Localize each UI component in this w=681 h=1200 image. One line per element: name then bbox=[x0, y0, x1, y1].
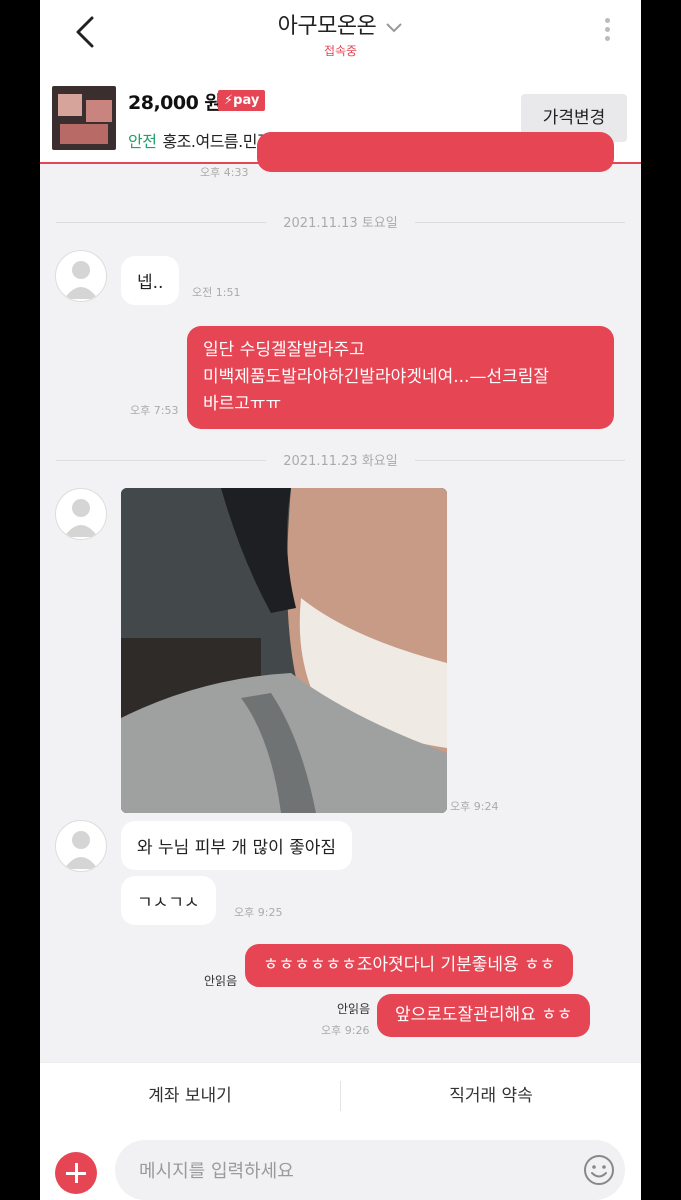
message-time: 오전 1:51 bbox=[192, 286, 241, 299]
user-avatar-icon[interactable] bbox=[55, 488, 107, 540]
chevron-down-icon bbox=[385, 19, 403, 38]
product-price: 28,000 원 bbox=[128, 92, 222, 114]
message-bubble-sent: 앞으로도잘관리해요 ㅎㅎ bbox=[377, 994, 591, 1037]
message-bubble-sent: ㅎㅎㅎㅎㅎㅎ조아졋다니 기분좋네용 ㅎㅎ bbox=[245, 944, 574, 987]
chat-partner-name: 아구모온온 bbox=[277, 14, 377, 39]
message-time: 오후 9:25 bbox=[234, 906, 283, 919]
message-photo[interactable] bbox=[121, 488, 447, 813]
message-time: 오후 9:24 bbox=[450, 800, 499, 813]
message-input[interactable] bbox=[137, 1154, 561, 1188]
quick-actions: 계좌 보내기 직거래 약속 bbox=[40, 1062, 641, 1129]
chat-header: 아구모온온 접속중 bbox=[40, 0, 641, 80]
message-input-box[interactable] bbox=[115, 1140, 625, 1200]
safe-label: 안전 bbox=[128, 132, 157, 151]
plus-icon[interactable] bbox=[55, 1152, 97, 1194]
message-bubble-received: 와 누님 피부 개 많이 좋아짐 bbox=[121, 821, 353, 870]
pay-badge: ⚡pay bbox=[218, 90, 266, 111]
product-thumbnail[interactable] bbox=[52, 86, 116, 150]
user-avatar-icon[interactable] bbox=[55, 250, 107, 302]
user-avatar-icon[interactable] bbox=[55, 820, 107, 872]
chat-screen: 아구모온온 접속중 28,000 원 ⚡pay 안전홍조.여드름.민감한피부,아… bbox=[40, 0, 641, 1200]
message-bubble-sent: 일단 수딩겔잘발라주고 미백제품도발라야하긴발라야겟네여...—선크림잘 바르고… bbox=[187, 326, 614, 429]
message-line: 미백제품도발라야하긴발라야겟네여...—선크림잘 bbox=[203, 367, 550, 387]
message-time: 오후 7:53 bbox=[130, 404, 179, 417]
unread-label: 안읽음 bbox=[337, 1002, 371, 1016]
message-line: 바르고ㅠㅠ bbox=[203, 394, 282, 414]
more-vertical-icon[interactable] bbox=[601, 14, 613, 50]
message-line: 일단 수딩겔잘발라주고 bbox=[203, 340, 365, 360]
message-bubble-received: 넵.. bbox=[121, 256, 180, 305]
date-divider: 2021.11.13 토요일 bbox=[56, 212, 625, 232]
lightning-icon: ⚡ bbox=[224, 93, 234, 108]
send-account-button[interactable]: 계좌 보내기 bbox=[40, 1063, 340, 1129]
pay-badge-label: pay bbox=[233, 93, 260, 108]
message-bubble-received: ㄱㅅㄱㅅ bbox=[121, 876, 216, 925]
direct-deal-button[interactable]: 직거래 약속 bbox=[341, 1063, 641, 1129]
message-time: 오후 4:33 bbox=[200, 166, 249, 179]
message-list[interactable]: 오후 4:33 2021.11.13 토요일 넵.. 오전 1:51 일단 수딩… bbox=[40, 132, 641, 1062]
message-time: 오후 9:26 bbox=[321, 1024, 370, 1037]
emoji-icon[interactable] bbox=[583, 1154, 615, 1186]
message-bubble-partial bbox=[257, 132, 614, 172]
chat-title-area[interactable]: 아구모온온 접속중 bbox=[40, 8, 641, 59]
online-status: 접속중 bbox=[323, 44, 358, 58]
unread-label: 안읽음 bbox=[204, 974, 238, 988]
date-divider: 2021.11.23 화요일 bbox=[56, 450, 625, 470]
message-input-bar bbox=[40, 1128, 641, 1200]
